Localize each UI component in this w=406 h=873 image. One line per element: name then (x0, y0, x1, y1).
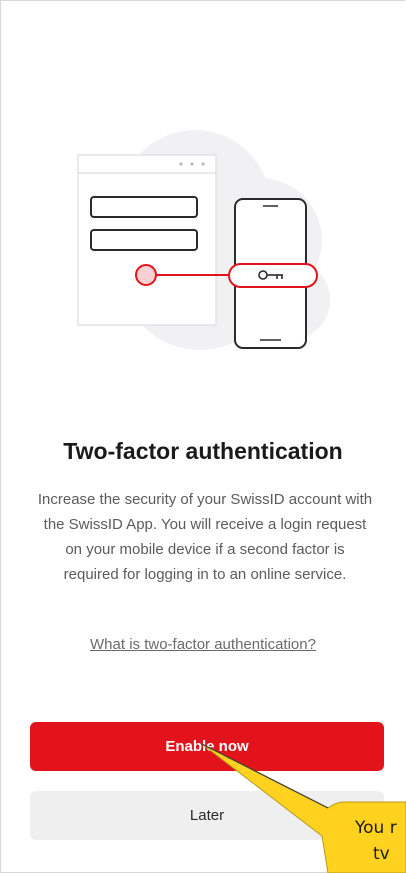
key-icon (228, 263, 318, 288)
callout-line-1: You r (355, 818, 397, 838)
callout-text: You r tv (340, 815, 406, 867)
enable-now-button[interactable]: Enable now (30, 722, 384, 771)
page-title: Two-factor authentication (63, 438, 343, 464)
source-dot (135, 264, 157, 286)
two-factor-illustration (77, 130, 330, 350)
help-link[interactable]: What is two-factor authentication? (0, 636, 406, 653)
description-text: Increase the security of your SwissID ac… (37, 491, 373, 583)
later-button[interactable]: Later (30, 791, 384, 840)
callout-line-2: tv (373, 844, 390, 864)
browser-window-illustration (77, 154, 217, 326)
